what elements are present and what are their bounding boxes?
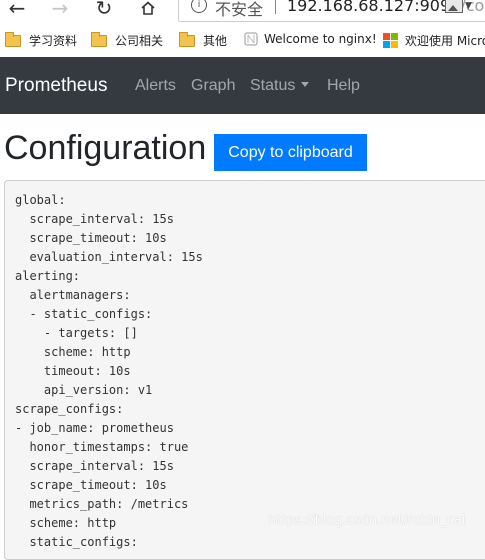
browser-toolbar: ← → ↻ i 不安全 192.168.68.127:9090/config ▼	[0, 0, 485, 22]
bookmark-label: 学习资料	[29, 34, 78, 48]
security-label: 不安全	[215, 0, 264, 19]
config-yaml-block[interactable]: global: scrape_interval: 15s scrape_time…	[4, 180, 485, 560]
caret-down-icon	[301, 82, 310, 87]
reload-icon[interactable]: ↻	[91, 0, 117, 20]
home-icon[interactable]	[135, 0, 161, 20]
home-icon-glyph	[141, 1, 155, 15]
address-bar[interactable]: i 不安全 192.168.68.127:9090/config ▼	[178, 0, 485, 22]
bookmark-item[interactable]: 其他	[179, 31, 228, 49]
nav-status-label: Status	[250, 77, 296, 94]
forward-arrow-icon[interactable]: →	[47, 0, 73, 20]
back-arrow-icon[interactable]: ←	[4, 0, 30, 20]
bookmark-item[interactable]: Welcome to nginx!	[244, 32, 377, 46]
page-title: Configuration	[4, 129, 207, 167]
copy-to-clipboard-button[interactable]: Copy to clipboard	[214, 134, 367, 171]
bookmark-item[interactable]: 公司相关	[91, 31, 164, 49]
address-divider	[275, 0, 276, 14]
image-icon[interactable]	[445, 0, 463, 13]
prometheus-navbar: Prometheus Alerts Graph Status Help	[0, 57, 485, 114]
nav-alerts[interactable]: Alerts	[135, 77, 176, 95]
folder-icon	[179, 31, 195, 47]
bookmark-item[interactable]: 欢迎使用 Micro	[383, 32, 485, 49]
watermark-text: https://blog.csdn.net/robin_cai	[268, 513, 466, 528]
nav-graph[interactable]: Graph	[191, 77, 235, 95]
bookmark-item[interactable]: 学习资料	[5, 31, 78, 49]
folder-icon	[91, 31, 107, 47]
nav-status-dropdown[interactable]: Status	[250, 77, 310, 95]
microsoft-icon	[383, 32, 399, 49]
url-host: 192.168.68.127:9090	[287, 0, 461, 15]
bookmark-label: 其他	[203, 34, 228, 48]
brand-link[interactable]: Prometheus	[5, 75, 107, 97]
bookmark-label: 公司相关	[115, 34, 164, 48]
info-icon[interactable]: i	[191, 0, 207, 13]
bookmark-label: 欢迎使用 Micro	[405, 34, 485, 48]
nav-help[interactable]: Help	[327, 77, 360, 95]
bookmark-label: Welcome to nginx!	[264, 32, 377, 46]
bookmarks-bar: 学习资料 公司相关 其他 Welcome to nginx! 欢迎使用 Micr…	[0, 26, 485, 56]
chevron-down-icon[interactable]: ▼	[465, 1, 472, 11]
nginx-icon	[244, 32, 258, 46]
folder-icon	[5, 31, 21, 47]
